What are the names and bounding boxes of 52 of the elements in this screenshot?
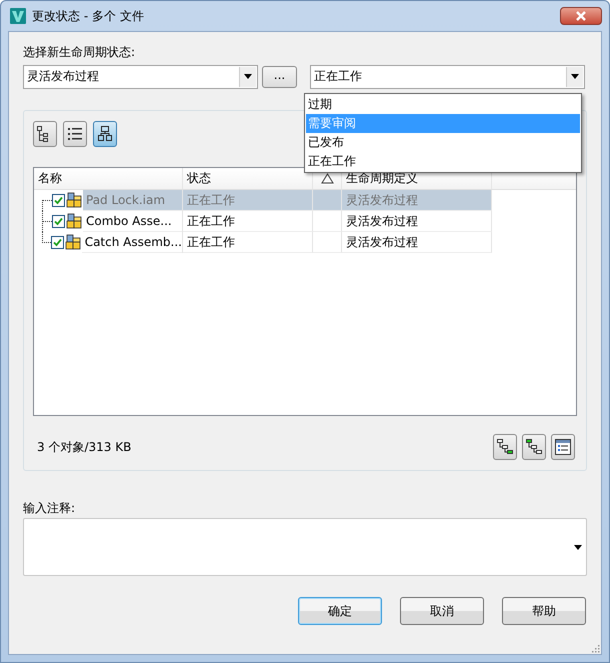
app-logo-icon: [10, 8, 26, 24]
column-header[interactable]: 名称: [34, 168, 183, 189]
empty-cell: [313, 211, 342, 232]
close-icon: [576, 11, 586, 21]
tree-button[interactable]: [522, 434, 546, 460]
list-view-icon: [66, 125, 84, 143]
close-button[interactable]: [560, 7, 602, 25]
browse-button[interactable]: ...: [262, 66, 297, 88]
caret-icon: [571, 74, 579, 79]
sort-icon: [320, 173, 334, 184]
object-count: 3 个对象/313 KB: [37, 438, 132, 456]
table-cell: 正在工作: [183, 190, 313, 211]
tree-collapse-icon: [525, 438, 543, 456]
empty-cell: [313, 232, 342, 253]
window-title: 更改状态 - 多个 文件: [32, 8, 144, 24]
file-name: Pad Lock.iam: [83, 190, 182, 211]
tree-button[interactable]: [551, 434, 575, 460]
checkbox[interactable]: [50, 236, 64, 249]
checkbox[interactable]: [52, 194, 65, 207]
assembly-icon: [66, 213, 83, 230]
dropdown-option[interactable]: 正在工作: [306, 152, 580, 171]
view-button[interactable]: [63, 121, 87, 147]
state-dropdown[interactable]: 正在工作: [310, 64, 585, 88]
dialog-button[interactable]: 取消: [400, 597, 484, 625]
field-label: 选择新生命周期状态:: [23, 44, 136, 60]
table-cell: 灵活发布过程: [342, 190, 492, 211]
dropdown-option[interactable]: 过期: [306, 95, 580, 114]
hierarchy-view-icon: [96, 125, 114, 143]
dialog-button[interactable]: 帮助: [502, 597, 586, 625]
column-chooser-icon: [554, 438, 572, 456]
table-cell: 灵活发布过程: [342, 232, 492, 253]
table-cell: 灵活发布过程: [342, 211, 492, 232]
dropdown-option[interactable]: 已发布: [306, 133, 580, 152]
lifecycle-definition-dropdown[interactable]: 灵活发布过程: [23, 64, 258, 88]
field-label: 输入注释:: [23, 500, 76, 516]
caret-icon: [574, 544, 582, 550]
assembly-icon: [66, 192, 83, 209]
dialog-button[interactable]: 确定: [298, 597, 382, 625]
checkbox[interactable]: [52, 215, 65, 228]
tree-expand-icon: [496, 438, 514, 456]
table-cell: 正在工作: [183, 211, 313, 232]
table-cell: 正在工作: [183, 232, 313, 253]
tree-button[interactable]: [493, 434, 517, 460]
file-name: Catch Assemb...: [82, 232, 182, 253]
caret-icon: [244, 74, 252, 79]
comment-field[interactable]: [23, 518, 587, 576]
assembly-icon: [64, 234, 82, 251]
file-name: Combo Asse...: [83, 211, 182, 232]
view-button[interactable]: [33, 121, 57, 147]
view-button[interactable]: [93, 121, 117, 147]
column-header[interactable]: 状态: [183, 168, 313, 189]
resize-grip-icon: [591, 644, 600, 653]
